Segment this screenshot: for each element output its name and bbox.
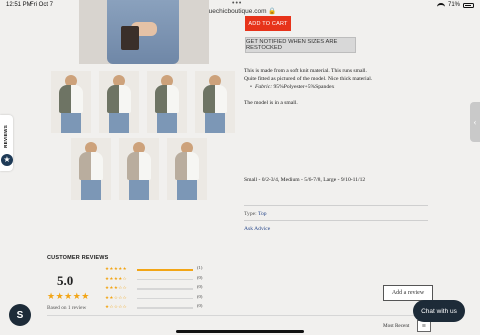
average-rating: 5.0 [57, 273, 74, 288]
ask-advice-link[interactable]: Ask Advice [244, 226, 270, 232]
battery-icon [463, 2, 474, 8]
reviews-side-tab[interactable]: REVIEWS ★ [0, 115, 13, 171]
product-thumbnail[interactable] [51, 71, 91, 133]
url-text: bluechicboutique.com [203, 8, 267, 15]
shopify-bag-icon[interactable]: S [9, 304, 31, 326]
chat-button[interactable]: Chat with us [413, 300, 465, 322]
product-thumbnail[interactable] [195, 71, 235, 133]
histogram-row[interactable]: ★★★★★ (1) [105, 265, 205, 275]
type-link[interactable]: Top [258, 211, 267, 217]
fabric-list: Fabric: 95%Polyester+5%Spandex [250, 83, 424, 91]
histogram-bar-fill [137, 269, 193, 271]
product-main-image[interactable] [79, 0, 209, 64]
histogram-bar [137, 307, 193, 309]
product-thumbnail[interactable] [99, 71, 139, 133]
histogram-row[interactable]: ★★★★☆ (0) [105, 275, 205, 285]
fabric-item: Fabric: 95%Polyester+5%Spandex [250, 83, 424, 91]
add-review-button[interactable]: Add a review [383, 285, 433, 301]
histogram-count: (1) [197, 265, 203, 270]
fabric-value: 95%Polyester+5%Spandex [273, 84, 335, 90]
histogram-count: (0) [197, 284, 203, 289]
url-bar[interactable]: bluechicboutique.com 🔒 [0, 7, 480, 15]
histogram-row[interactable]: ★☆☆☆☆ (0) [105, 303, 205, 313]
product-type: Type: Top [244, 211, 267, 217]
histogram-stars: ★☆☆☆☆ [105, 304, 128, 309]
divider [244, 220, 428, 221]
histogram-row[interactable]: ★★★☆☆ (0) [105, 284, 205, 294]
fabric-label: Fabric: [254, 84, 273, 90]
notify-restock-button[interactable]: GET NOTIFIED WHEN SIZES ARE RESTOCKED [245, 37, 356, 53]
product-thumbnail[interactable] [167, 138, 207, 200]
type-label: Type: [244, 211, 257, 217]
rating-histogram: ★★★★★ (1) ★★★★☆ (0) ★★★☆☆ (0) ★★☆☆☆ (0) … [105, 265, 205, 313]
customer-reviews-heading: CUSTOMER REVIEWS [47, 255, 109, 261]
chevron-left-icon[interactable]: ‹ [470, 102, 480, 142]
description-line: This is made from a soft knit material. … [244, 68, 367, 74]
histogram-stars: ★★★★★ [105, 266, 128, 271]
product-thumbnail[interactable] [147, 71, 187, 133]
histogram-count: (0) [197, 274, 203, 280]
battery-percent: 71% [447, 2, 460, 8]
product-thumbnail[interactable] [119, 138, 159, 200]
histogram-stars: ★★☆☆☆ [105, 294, 128, 300]
wifi-icon [436, 2, 445, 8]
histogram-bar [137, 297, 193, 299]
histogram-row[interactable]: ★★☆☆☆ (0) [105, 294, 205, 304]
star-icon: ★ [1, 154, 13, 166]
product-thumbnail[interactable] [71, 138, 111, 200]
histogram-bar [137, 278, 193, 280]
divider [244, 205, 428, 206]
description-line: Quite fitted as pictured of the model. N… [244, 76, 373, 82]
sort-label[interactable]: Most Recent [383, 323, 409, 329]
reviews-tab-label: REVIEWS [3, 125, 8, 148]
model-note: The model is in a small. [244, 100, 298, 106]
size-guide: Small - 0/2-3/4, Medium - 5/6-7/8, Large… [244, 177, 366, 183]
histogram-bar [137, 288, 193, 290]
home-indicator[interactable] [176, 330, 304, 333]
review-count: Based on 1 review [47, 305, 87, 311]
histogram-stars: ★★★★☆ [105, 275, 128, 281]
divider [47, 315, 433, 316]
histogram-count: (0) [197, 303, 203, 308]
add-to-cart-button[interactable]: ADD TO CART [245, 16, 291, 31]
status-indicators: 71% [436, 2, 474, 8]
multitasking-dots-icon[interactable]: ••• [232, 0, 242, 7]
status-bar: 12:51 PM Fri Oct 7 ••• bluechicboutique.… [0, 0, 480, 15]
histogram-bar [137, 269, 193, 271]
product-description: This is made from a soft knit material. … [244, 67, 424, 107]
histogram-stars: ★★★☆☆ [105, 285, 128, 290]
average-stars-icon: ★★★★★ [47, 291, 90, 301]
histogram-count: (0) [197, 293, 203, 299]
